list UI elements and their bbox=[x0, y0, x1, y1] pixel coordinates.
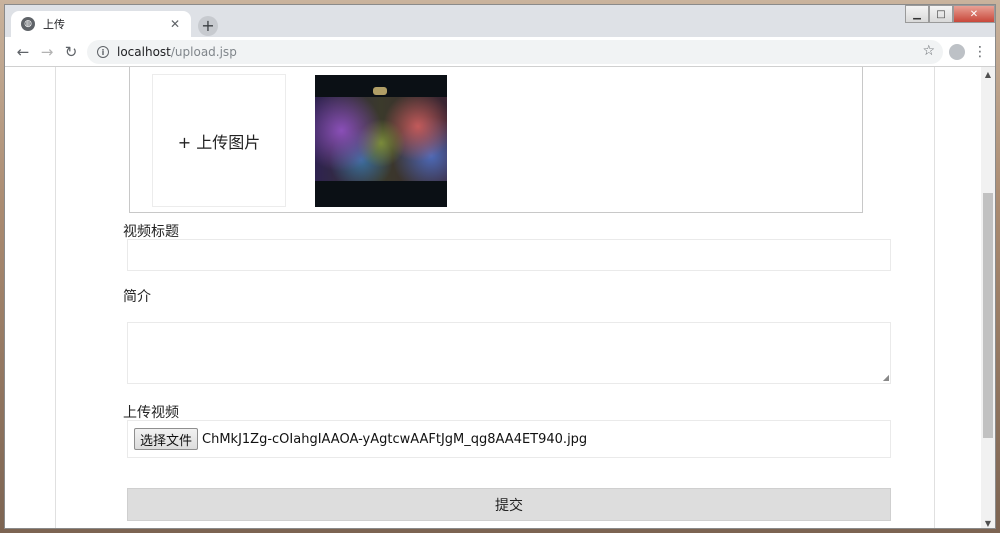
tab-upload[interactable]: ◍ 上传 ✕ bbox=[11, 11, 191, 37]
globe-icon: ◍ bbox=[21, 17, 35, 31]
url-host: localhost bbox=[117, 45, 171, 59]
browser-toolbar: ← → ↻ i localhost /upload.jsp ☆ ⋮ bbox=[5, 37, 995, 67]
choose-file-button[interactable]: 选择文件 bbox=[134, 428, 199, 450]
address-bar[interactable]: i localhost /upload.jsp ☆ bbox=[87, 40, 943, 64]
close-icon[interactable]: ✕ bbox=[167, 17, 183, 31]
thumbnail-highlight bbox=[373, 87, 387, 95]
browser-window: ◍ 上传 ✕ + ▁ □ ✕ ← → ↻ i localhost /upload… bbox=[4, 4, 996, 529]
new-tab-button[interactable]: + bbox=[198, 16, 218, 36]
upload-image-button[interactable]: + 上传图片 bbox=[152, 74, 286, 207]
selected-file-name: ChMkJ1Zg-cOIahgIAAOA-yAgtcwAAFtJgM_qg8AA… bbox=[202, 431, 588, 447]
maximize-button[interactable]: □ bbox=[929, 5, 953, 23]
scroll-up-icon[interactable]: ▲ bbox=[981, 67, 995, 81]
video-title-input[interactable] bbox=[127, 239, 891, 271]
file-input: 选择文件 ChMkJ1Zg-cOIahgIAAOA-yAgtcwAAFtJgM_… bbox=[127, 420, 891, 458]
cover-uploader: + 上传图片 bbox=[129, 67, 863, 213]
star-icon[interactable]: ☆ bbox=[922, 43, 935, 59]
window-close-button[interactable]: ✕ bbox=[953, 5, 995, 23]
scroll-down-icon[interactable]: ▼ bbox=[981, 516, 995, 528]
scrollbar-thumb[interactable] bbox=[983, 193, 993, 438]
cover-thumbnail[interactable] bbox=[315, 75, 447, 207]
intro-textarea[interactable]: ◢ bbox=[127, 322, 891, 384]
thumbnail-artwork bbox=[315, 97, 447, 181]
info-icon[interactable]: i bbox=[97, 46, 109, 58]
minimize-button[interactable]: ▁ bbox=[905, 5, 929, 23]
menu-icon[interactable]: ⋮ bbox=[973, 42, 987, 62]
resize-grip-icon[interactable]: ◢ bbox=[883, 374, 889, 382]
intro-label: 简介 bbox=[123, 289, 151, 305]
url-path: /upload.jsp bbox=[170, 45, 237, 59]
window-controls: ▁ □ ✕ bbox=[905, 5, 995, 23]
vertical-scrollbar[interactable]: ▲ ▼ bbox=[981, 67, 995, 528]
profile-icon[interactable] bbox=[949, 44, 965, 60]
page-viewport: + 上传图片 视频标题 简介 ◢ 上传视频 选择文件 ChMkJ1Zg-cOIa… bbox=[5, 67, 995, 528]
video-title-label: 视频标题 bbox=[123, 224, 179, 240]
submit-button[interactable]: 提交 bbox=[127, 488, 891, 521]
back-arrow-icon[interactable]: ← bbox=[13, 42, 33, 62]
tab-title: 上传 bbox=[43, 18, 65, 31]
tab-strip: ◍ 上传 ✕ + ▁ □ ✕ bbox=[5, 5, 995, 37]
forward-arrow-icon[interactable]: → bbox=[37, 42, 57, 62]
page-container: + 上传图片 视频标题 简介 ◢ 上传视频 选择文件 ChMkJ1Zg-cOIa… bbox=[55, 67, 935, 528]
reload-icon[interactable]: ↻ bbox=[61, 42, 81, 62]
upload-video-label: 上传视频 bbox=[123, 405, 179, 421]
